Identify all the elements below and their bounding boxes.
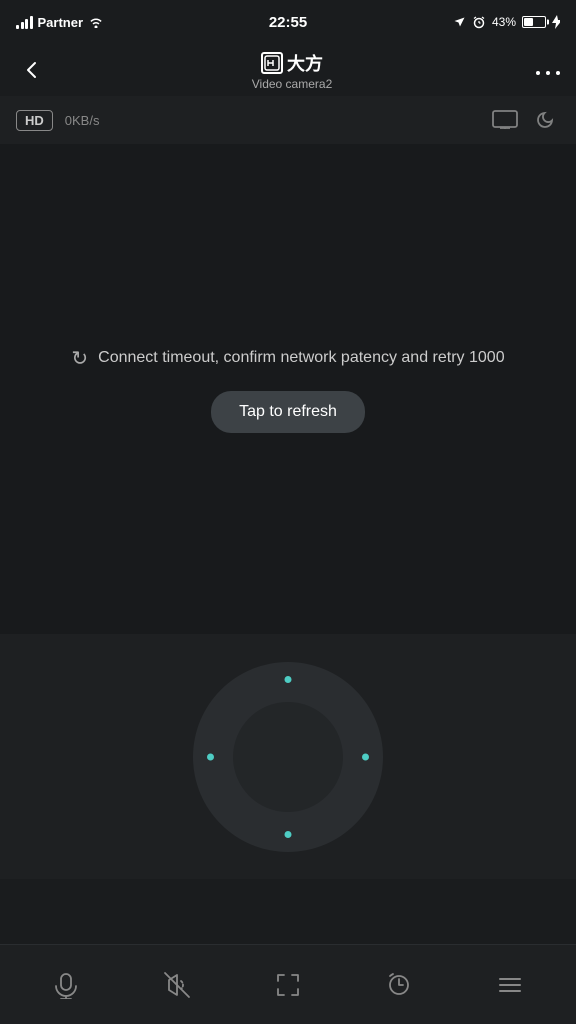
mute-icon xyxy=(163,971,191,999)
error-refresh-icon: ↻ xyxy=(71,346,88,371)
status-left: Partner xyxy=(16,15,104,30)
more-icon xyxy=(536,70,560,76)
charging-icon xyxy=(552,15,560,29)
error-message: Connect timeout, confirm network patency… xyxy=(98,346,504,370)
error-text-row: ↻ Connect timeout, confirm network paten… xyxy=(71,346,504,371)
dpad-dot-right xyxy=(362,753,369,760)
replay-button[interactable] xyxy=(374,960,424,1010)
dpad-center[interactable] xyxy=(233,702,343,812)
back-icon xyxy=(21,59,43,81)
fullscreen-icon xyxy=(274,971,302,999)
fullscreen-button[interactable] xyxy=(263,960,313,1010)
back-button[interactable] xyxy=(16,54,48,86)
hd-badge[interactable]: HD xyxy=(16,110,53,131)
display-button[interactable] xyxy=(492,110,518,130)
battery-percent: 43% xyxy=(492,15,516,29)
status-right: 43% xyxy=(454,15,560,29)
nav-brand: 大方 xyxy=(261,50,323,76)
microphone-icon xyxy=(52,971,80,999)
microphone-button[interactable] xyxy=(41,960,91,1010)
tap-refresh-button[interactable]: Tap to refresh xyxy=(211,391,365,433)
signal-bars xyxy=(16,15,33,29)
mute-button[interactable] xyxy=(152,960,202,1010)
dpad-dot-left xyxy=(207,753,214,760)
menu-icon xyxy=(496,971,524,999)
brand-icon xyxy=(261,52,283,74)
brand-logo xyxy=(264,55,280,71)
replay-icon xyxy=(385,971,413,999)
video-area: ↻ Connect timeout, confirm network paten… xyxy=(0,144,576,634)
more-button[interactable] xyxy=(536,59,560,82)
camera-name: Video camera2 xyxy=(252,77,333,91)
status-time: 22:55 xyxy=(269,14,307,31)
carrier-label: Partner xyxy=(38,15,84,30)
nav-header: 大方 Video camera2 xyxy=(0,44,576,96)
dpad-area xyxy=(0,634,576,879)
status-bar: Partner 22:55 43% xyxy=(0,0,576,44)
alarm-icon xyxy=(472,15,486,29)
menu-button[interactable] xyxy=(485,960,535,1010)
error-container: ↻ Connect timeout, confirm network paten… xyxy=(71,346,504,433)
dpad-ring[interactable] xyxy=(193,662,383,852)
moon-icon xyxy=(537,110,557,130)
location-icon xyxy=(454,16,466,28)
dpad-dot-top xyxy=(285,676,292,683)
night-mode-button[interactable] xyxy=(534,110,560,130)
nav-title-block: 大方 Video camera2 xyxy=(252,50,333,91)
controls-bar: HD 0KB/s xyxy=(0,96,576,144)
bottom-toolbar xyxy=(0,944,576,1024)
wifi-icon xyxy=(88,16,104,28)
battery-icon xyxy=(522,16,546,28)
controls-right xyxy=(492,110,560,130)
display-icon xyxy=(492,110,518,130)
bandwidth-label: 0KB/s xyxy=(65,113,100,128)
dpad-dot-bottom xyxy=(285,831,292,838)
brand-name: 大方 xyxy=(287,50,323,76)
